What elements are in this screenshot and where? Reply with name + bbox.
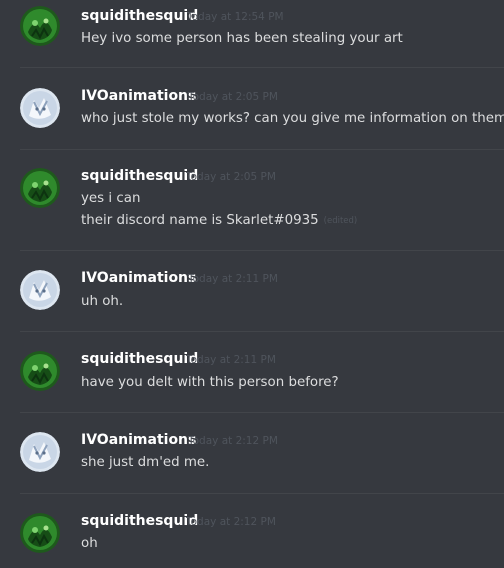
message-group: squidithesquid Today at 2:11 PM have you… <box>0 343 504 423</box>
message-divider <box>20 149 504 150</box>
message-text: their discord name is Skarlet#0935 (edite… <box>81 213 357 228</box>
message-author[interactable]: squidithesquid <box>81 8 198 24</box>
white-wolf-avatar-icon[interactable] <box>20 270 60 310</box>
message-divider <box>20 67 504 68</box>
message-author[interactable]: IVOanimations <box>81 432 196 448</box>
message-divider <box>20 412 504 413</box>
edited-label: (edited) <box>323 216 358 226</box>
message-group: IVOanimations Today at 2:12 PM she just … <box>0 424 504 504</box>
message-author[interactable]: IVOanimations <box>81 88 196 104</box>
message-divider <box>20 250 504 251</box>
message-author[interactable]: squidithesquid <box>81 168 198 184</box>
message-text: who just stole my works? can you give me… <box>81 111 504 126</box>
message-group: IVOanimations Today at 2:05 PM who just … <box>0 80 504 160</box>
message-text: have you delt with this person before? <box>81 375 339 390</box>
message-text: oh <box>81 536 98 551</box>
message-timestamp: Today at 12:54 PM <box>187 11 284 23</box>
white-wolf-avatar-icon[interactable] <box>20 88 60 128</box>
white-wolf-avatar-icon[interactable] <box>20 432 60 472</box>
message-timestamp: Today at 2:05 PM <box>186 171 276 183</box>
message-author[interactable]: IVOanimations <box>81 270 196 286</box>
message-author[interactable]: squidithesquid <box>81 351 198 367</box>
message-text: yes i can <box>81 191 141 206</box>
message-text-line: their discord name is Skarlet#0935 <box>81 213 319 228</box>
message-divider <box>20 493 504 494</box>
message-group: squidithesquid Today at 2:05 PM yes i ca… <box>0 162 504 252</box>
green-squid-avatar-icon[interactable] <box>20 351 60 391</box>
message-text: uh oh. <box>81 294 124 309</box>
message-author[interactable]: squidithesquid <box>81 513 198 529</box>
message-timestamp: Today at 2:12 PM <box>188 435 278 447</box>
message-group: squidithesquid Today at 12:54 PM Hey ivo… <box>0 0 504 80</box>
message-timestamp: Today at 2:11 PM <box>186 354 276 366</box>
message-timestamp: Today at 2:05 PM <box>188 91 278 103</box>
green-squid-avatar-icon[interactable] <box>20 168 60 208</box>
message-text: she just dm'ed me. <box>81 455 210 470</box>
message-timestamp: Today at 2:11 PM <box>188 273 278 285</box>
message-divider <box>20 331 504 332</box>
green-squid-avatar-icon[interactable] <box>20 6 60 46</box>
message-timestamp: Today at 2:12 PM <box>186 516 276 528</box>
message-group: IVOanimations Today at 2:11 PM uh oh. <box>0 262 504 342</box>
green-squid-avatar-icon[interactable] <box>20 513 60 553</box>
chat-messages: squidithesquid Today at 12:54 PM Hey ivo… <box>0 0 504 568</box>
message-text: Hey ivo some person has been stealing yo… <box>81 31 403 46</box>
message-group: squidithesquid Today at 2:12 PM oh <box>0 505 504 568</box>
